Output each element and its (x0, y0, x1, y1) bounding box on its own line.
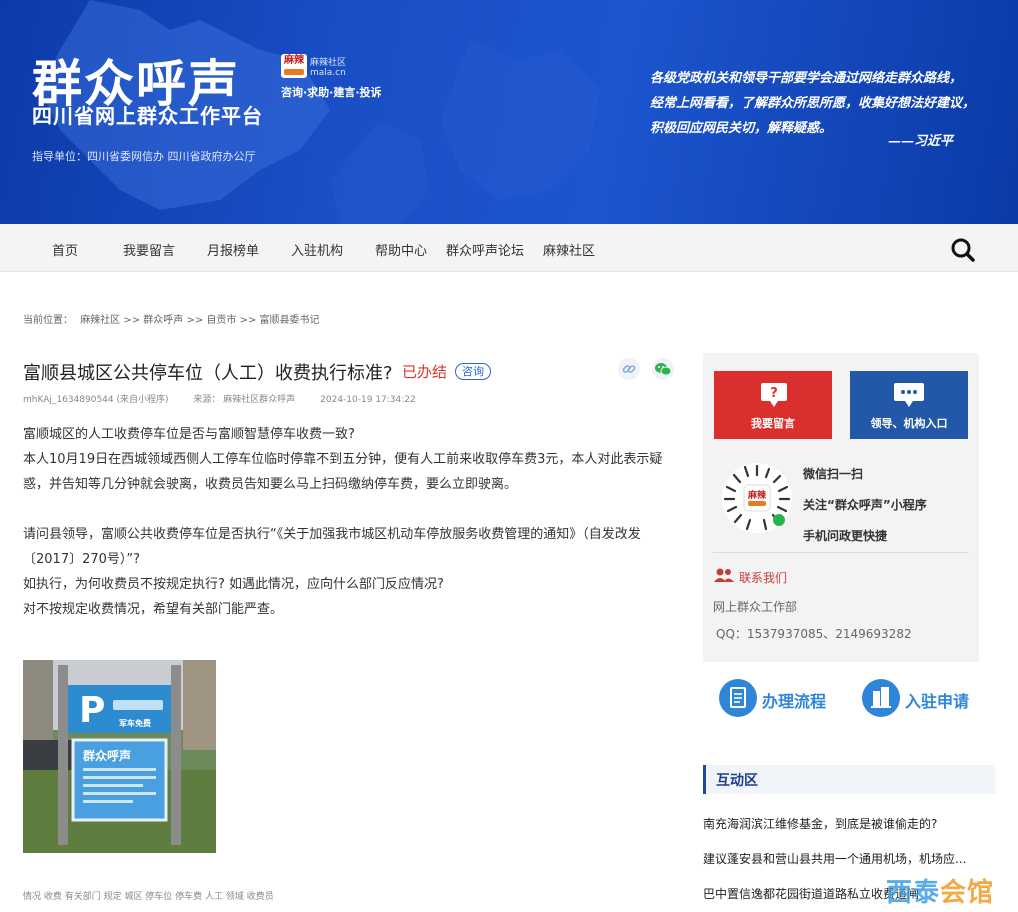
category-badge: 咨询 (455, 363, 491, 380)
interaction-link[interactable]: 南充海润滨江维修基金，到底是被谁偷走的? (703, 815, 937, 832)
site-banner: 群众呼声 麻辣 麻辣社区 mala.cn 咨询·求助·建言·投诉 四川省网上群众工… (0, 0, 1018, 224)
main-nav: 首页 我要留言 月报榜单 入驻机构 帮助中心 群众呼声论坛 麻辣社区 (0, 224, 1018, 272)
process-links: 办理流程 入驻申请 (703, 664, 996, 732)
leave-message-button[interactable]: ? 我要留言 (714, 371, 832, 439)
mala-logo: 麻辣 (281, 54, 307, 78)
svg-text:P: P (79, 690, 105, 731)
qr-line-3: 手机问政更快捷 (803, 529, 888, 543)
post-photo[interactable]: P 军车免费 群众呼声 (23, 660, 216, 853)
breadcrumb: 当前位置： 麻辣社区 >> 群众呼声 >> 自贡市 >> 富顺县委书记 (23, 311, 324, 326)
breadcrumb-label: 当前位置： (23, 315, 73, 326)
contact-title: 联系我们 (739, 571, 788, 585)
users-icon (714, 568, 734, 582)
chat-bubble-icon (894, 383, 924, 407)
post-paragraph: 对不按规定收费情况，希望有关部门能严查。 (23, 602, 284, 617)
post-title: 富顺县城区公共停车位（人工）收费执行标准? (23, 363, 393, 384)
svg-text:?: ? (770, 386, 778, 401)
site-subtitle: 四川省网上群众工作平台 (32, 104, 263, 128)
quote-author: ——习近平 (888, 134, 954, 149)
link-icon (622, 365, 636, 373)
post-date: 2024-10-19 17:34:22 (320, 395, 416, 405)
brand-caption: 麻辣社区 mala.cn (310, 58, 347, 78)
photo-sign-text: 军车免费 (119, 718, 151, 728)
post-source: 来源： 麻辣社区群众呼声 (193, 395, 296, 405)
building-icon[interactable] (862, 679, 900, 717)
breadcrumb-trail[interactable]: 麻辣社区 >> 群众呼声 >> 自贡市 >> 富顺县委书记 (80, 315, 319, 326)
wechat-share-button[interactable] (652, 358, 674, 380)
process-flow-link[interactable]: 办理流程 (762, 688, 826, 712)
qr-line-1: 微信扫一扫 (803, 467, 864, 481)
nav-leave-message[interactable]: 我要留言 (123, 240, 175, 259)
question-icon: ? (761, 383, 787, 407)
post-paragraph: 富顺城区的人工收费停车位是否与富顺智慧停车收费一致? (23, 427, 355, 442)
leader-entry-label: 领导、机构入口 (870, 417, 948, 430)
qr-logo-text: 麻辣 (747, 489, 767, 501)
contact-qq: QQ：1537937085、2149693282 (716, 627, 912, 641)
status-label: 已办结 (402, 363, 448, 381)
leave-message-label: 我要留言 (751, 417, 795, 430)
join-application-link[interactable]: 入驻申请 (905, 688, 969, 712)
nav-home[interactable]: 首页 (52, 240, 78, 259)
nav-help-center[interactable]: 帮助中心 (375, 240, 427, 259)
document-icon[interactable] (719, 679, 757, 717)
miniprogram-qr-code: 麻辣 (722, 463, 792, 533)
nav-mala-community[interactable]: 麻辣社区 (543, 240, 595, 259)
nav-forum[interactable]: 群众呼声论坛 (446, 240, 524, 259)
watermark-logo: 西泰会馆 (886, 878, 995, 908)
post-paragraph: 本人10月19日在西城领域西侧人工停车位临时停靠不到五分钟，便有人工前来收取停车… (23, 452, 663, 492)
contact-department: 网上群众工作部 (713, 600, 798, 614)
wechat-icon (655, 363, 672, 376)
post-author: mhKAj_1634890544 (来自小程序) (23, 395, 169, 405)
interaction-link[interactable]: 建议蓬安县和营山县共用一个通用机场，机场应... (703, 850, 966, 867)
post-paragraph: 请问县领导，富顺公共收费停车位是否执行“《关于加强我市城区机动车停放服务收费管理… (23, 527, 641, 567)
sidebar-divider (713, 552, 969, 553)
guide-units: 指导单位：四川省委网信办 四川省政府办公厅 (32, 150, 256, 163)
post-paragraph: 如执行，为何收费员不按规定执行? 如遇此情况，应向什么部门反应情况? (23, 577, 444, 592)
copy-link-button[interactable] (618, 358, 640, 380)
photo-board-text: 群众呼声 (82, 748, 131, 763)
search-icon[interactable] (950, 237, 976, 263)
nav-institutions[interactable]: 入驻机构 (291, 240, 343, 259)
post-body: 富顺城区的人工收费停车位是否与富顺智慧停车收费一致? 本人10月19日在西城领域… (23, 422, 678, 622)
interaction-title: 互动区 (716, 773, 758, 789)
post-keywords: 情况 收费 有关部门 规定 城区 停车位 停车费 人工 领域 收费员 (23, 892, 274, 902)
post-meta: mhKAj_1634890544 (来自小程序) 来源： 麻辣社区群众呼声 20… (23, 392, 438, 405)
nav-monthly-ranking[interactable]: 月报榜单 (207, 240, 259, 259)
post-paragraph-blank (23, 497, 678, 522)
qr-line-2: 关注“群众呼声”小程序 (803, 498, 927, 512)
banner-tags: 咨询·求助·建言·投诉 (281, 86, 382, 99)
interaction-section-header: 互动区 (703, 765, 995, 794)
leader-entry-button[interactable]: 领导、机构入口 (850, 371, 968, 439)
